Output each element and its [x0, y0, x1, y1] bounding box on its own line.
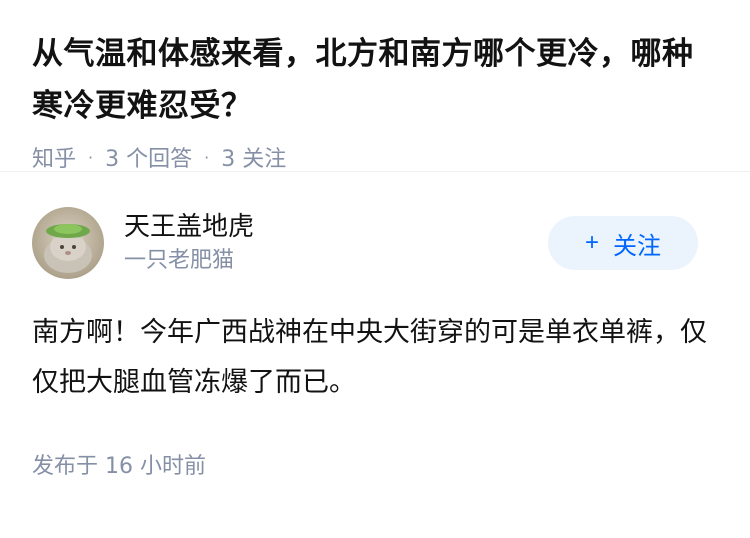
followers-count[interactable]: 3 关注 — [221, 141, 286, 173]
answer-card: 天王盖地虎 一只老肥猫 + 关注 南方啊！今年广西战神在中央大街穿的可是单衣单裤… — [0, 172, 750, 480]
plus-icon: + — [584, 229, 599, 256]
cat-avatar-icon — [44, 224, 92, 273]
question-header: 从气温和体感来看，北方和南方哪个更冷，哪种寒冷更难忍受？ 知乎 · 3 个回答 … — [0, 0, 750, 172]
follow-label: 关注 — [613, 232, 661, 260]
author-info: 天王盖地虎 一只老肥猫 — [124, 209, 548, 277]
author-name[interactable]: 天王盖地虎 — [124, 209, 548, 245]
author-bio: 一只老肥猫 — [124, 248, 235, 273]
separator-dot: · — [204, 147, 210, 167]
answers-count[interactable]: 3 个回答 — [105, 141, 192, 173]
question-title[interactable]: 从气温和体感来看，北方和南方哪个更冷，哪种寒冷更难忍受？ — [32, 28, 718, 132]
follow-button[interactable]: + 关注 — [548, 216, 698, 270]
separator-dot: · — [88, 147, 94, 167]
answer-time: 发布于 16 小时前 — [32, 454, 206, 479]
author-row: 天王盖地虎 一只老肥猫 + 关注 — [32, 206, 718, 280]
question-meta: 知乎 · 3 个回答 · 3 关注 — [32, 140, 718, 174]
source-label[interactable]: 知乎 — [32, 141, 76, 173]
page: 从气温和体感来看，北方和南方哪个更冷，哪种寒冷更难忍受？ 知乎 · 3 个回答 … — [0, 0, 750, 538]
avatar[interactable] — [32, 207, 104, 279]
answer-content[interactable]: 南方啊！今年广西战神在中央大街穿的可是单衣单裤，仅仅把大腿血管冻爆了而已。 — [32, 308, 718, 408]
